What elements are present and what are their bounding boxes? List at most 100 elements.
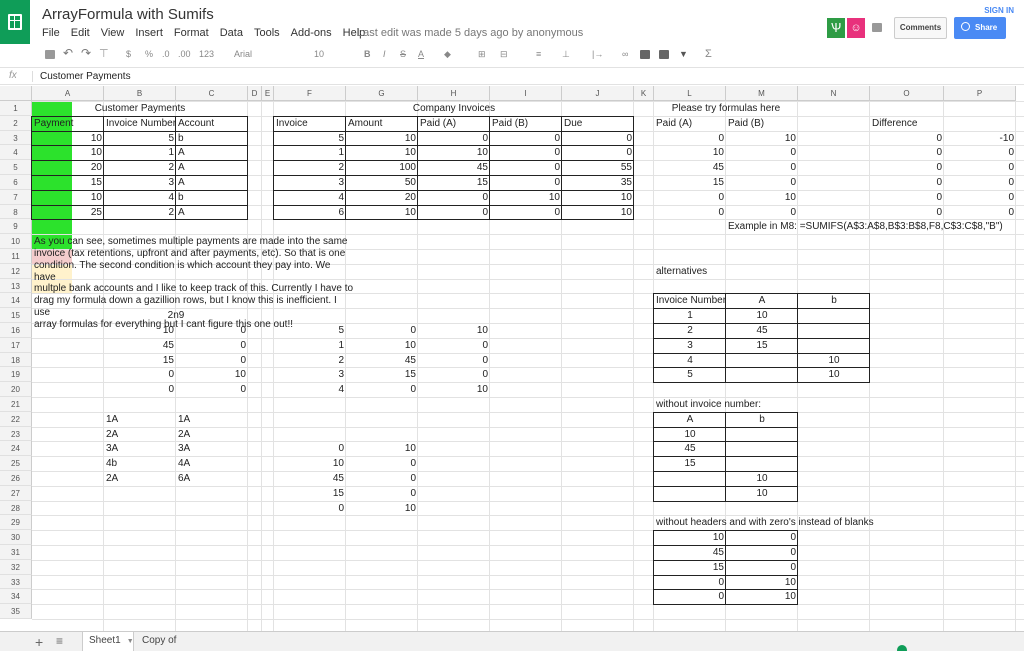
cell-f1-title[interactable]: Company Invoices [274,101,634,116]
table-cell[interactable]: 10 [490,190,562,205]
table-cell[interactable]: 5 [274,131,346,146]
table-cell[interactable]: 10 [346,145,418,160]
header-cell[interactable]: A [726,293,798,308]
column-header-o[interactable]: O [870,86,944,101]
table-cell[interactable]: 15 [654,560,726,575]
table-cell[interactable]: 10 [346,441,418,456]
row-header-18[interactable]: 18 [0,352,32,368]
table-cell[interactable]: 1 [274,338,346,353]
table-cell[interactable]: 10 [726,575,798,590]
header-cell[interactable]: b [726,412,798,427]
menu-edit[interactable]: Edit [71,27,90,39]
table-cell[interactable]: 3 [104,175,176,190]
menu-tools[interactable]: Tools [254,27,280,39]
table-cell[interactable]: 15 [726,338,798,353]
header-cell[interactable]: Difference [870,116,944,131]
row-header-9[interactable]: 9 [0,219,32,235]
table-cell[interactable]: 10 [32,145,104,160]
row-header-15[interactable]: 15 [0,308,32,323]
addon-face-icon[interactable]: ☺ [847,18,865,38]
row-header-22[interactable]: 22 [0,411,32,427]
table-cell[interactable]: 0 [870,131,944,146]
table-cell[interactable]: 2A [104,471,176,486]
comment-insert-icon[interactable] [640,50,650,59]
last-edit-link[interactable]: Last edit was made 5 days ago by anonymo… [357,27,583,39]
comments-button[interactable]: Comments [894,17,947,39]
table-cell[interactable]: 0 [274,501,346,516]
table-cell[interactable]: 45 [654,545,726,560]
bold-button[interactable]: B [364,49,371,59]
menu-file[interactable]: File [42,27,60,39]
table-cell[interactable]: 15 [104,353,176,368]
table-cell[interactable]: 20 [346,190,418,205]
table-cell[interactable]: 0 [418,353,490,368]
font-select[interactable]: Arial [234,49,252,59]
menu-data[interactable]: Data [220,27,243,39]
chart-icon[interactable] [659,50,669,59]
row-header-34[interactable]: 34 [0,589,32,605]
table-cell[interactable]: 50 [346,175,418,190]
row-header-3[interactable]: 3 [0,130,32,146]
table-cell[interactable]: 6A [176,471,248,486]
row-header-16[interactable]: 16 [0,323,32,338]
column-header-d[interactable]: D [248,86,262,101]
table-cell[interactable]: 0 [726,160,798,175]
table-cell[interactable]: 10 [726,308,798,323]
table-cell[interactable]: 0 [654,190,726,205]
table-cell[interactable]: 0 [346,471,418,486]
currency-button[interactable]: $ [126,49,131,59]
table-cell[interactable]: 0 [870,190,944,205]
table-cell[interactable]: 10 [726,471,798,486]
number-format-button[interactable]: 123 [199,49,214,59]
table-cell[interactable]: 2 [104,160,176,175]
row-header-25[interactable]: 25 [0,456,32,471]
row-header-13[interactable]: 13 [0,278,32,294]
table-cell[interactable]: 2A [176,427,248,442]
table-cell[interactable]: 4 [104,190,176,205]
table-cell[interactable]: 10 [346,501,418,516]
all-sheets-icon[interactable]: ≡ [56,634,63,648]
undo-icon[interactable]: ↶ [63,46,73,60]
borders-icon[interactable]: ⊞ [478,49,486,60]
table-cell[interactable]: 4b [104,456,176,471]
column-header-a[interactable]: A [32,86,104,101]
table-cell[interactable]: 5 [104,131,176,146]
menu-addons[interactable]: Add-ons [291,27,332,39]
table-cell[interactable]: 2 [274,160,346,175]
table-cell[interactable]: 3 [274,367,346,382]
column-header-m[interactable]: M [726,86,798,101]
header-cell[interactable]: b [798,293,870,308]
table-cell[interactable]: 0 [176,382,248,397]
table-cell[interactable]: 45 [726,323,798,338]
row-header-21[interactable]: 21 [0,397,32,412]
table-cell[interactable]: 45 [418,160,490,175]
table-cell[interactable]: 2A [104,427,176,442]
valign-icon[interactable]: ⊥ [562,49,570,60]
tab-sheet1[interactable]: Sheet1 ▼ [82,632,134,651]
functions-icon[interactable]: Σ [705,48,712,60]
column-header-p[interactable]: P [944,86,1016,101]
table-cell[interactable]: 0 [726,175,798,190]
table-cell[interactable]: 10 [346,205,418,220]
row-header-32[interactable]: 32 [0,559,32,575]
share-button[interactable]: Share [954,17,1006,39]
header-cell[interactable]: Invoice Number [654,293,726,308]
select-all-corner[interactable] [0,86,32,101]
row-header-31[interactable]: 31 [0,545,32,560]
table-cell[interactable]: 0 [870,205,944,220]
table-cell[interactable]: 10 [418,323,490,338]
italic-button[interactable]: I [383,49,386,59]
row-header-24[interactable]: 24 [0,441,32,457]
header-cell[interactable]: Paid (B) [726,116,798,131]
table-cell[interactable]: 10 [104,323,176,338]
header-cell[interactable]: Invoice Number [104,116,176,131]
table-cell[interactable]: 0 [562,131,634,146]
row-header-8[interactable]: 8 [0,204,32,220]
text-color-icon[interactable]: A [418,49,424,59]
table-cell[interactable]: 10 [346,131,418,146]
table-cell[interactable]: 0 [944,145,1016,160]
document-title[interactable]: ArrayFormula with Sumifs [42,6,214,23]
table-cell[interactable]: 2 [104,205,176,220]
table-cell[interactable]: 45 [274,471,346,486]
table-cell[interactable]: 20 [32,160,104,175]
